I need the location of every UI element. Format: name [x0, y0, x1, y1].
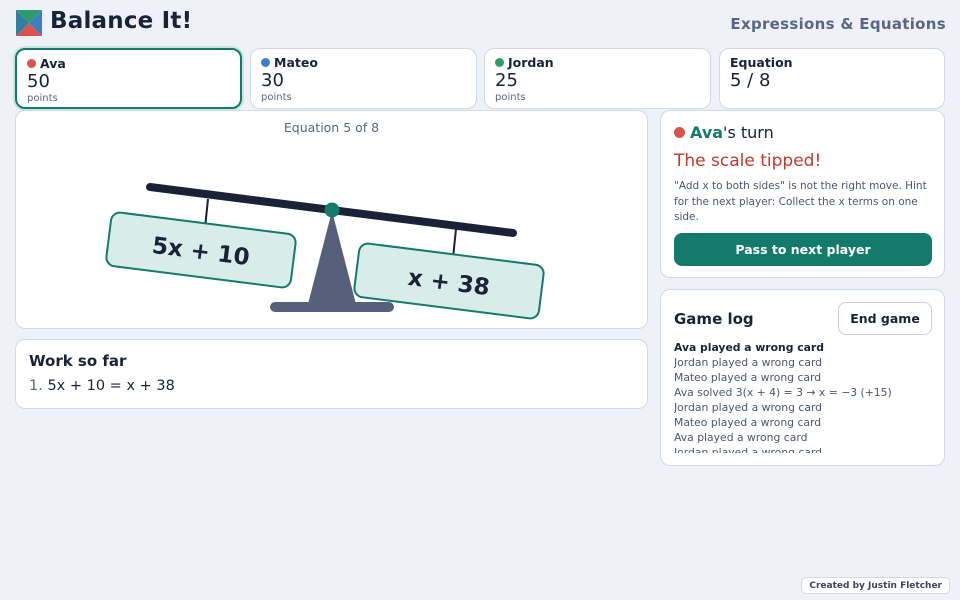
equation-status-card: Equation 5 / 8 — [719, 48, 945, 109]
game-log-list[interactable]: Ava played a wrong card Jordan played a … — [674, 340, 934, 453]
balance-scale: 5x + 10 x + 38 — [105, 183, 545, 320]
player-color-dot — [27, 59, 36, 68]
turn-panel: Ava's turn The scale tipped! "Add x to b… — [660, 110, 945, 278]
player-score: 30 — [261, 70, 284, 91]
log-entry: Mateo played a wrong card — [674, 416, 822, 429]
player-score-unit: points — [261, 92, 292, 103]
player-name: Ava — [40, 56, 66, 71]
credit-badge: Created by Justin Fletcher — [801, 577, 950, 594]
app-header: Balance It! Expressions & Equations — [16, 8, 946, 38]
equation-status-label: Equation — [730, 55, 793, 70]
player-score: 25 — [495, 70, 518, 91]
work-step-text: 5x + 10 = x + 38 — [47, 378, 175, 394]
work-panel: Work so far 1. 5x + 10 = x + 38 — [15, 339, 648, 409]
player-color-dot — [261, 58, 270, 67]
work-step-number: 1. — [29, 378, 43, 394]
log-entry: Ava played a wrong card — [674, 431, 808, 444]
player-card-mateo: Mateo 30 points — [250, 48, 477, 109]
left-expression-pan: 5x + 10 — [105, 211, 297, 289]
turn-suffix: 's turn — [723, 123, 774, 142]
player-name: Mateo — [274, 55, 318, 70]
pass-to-next-player-button[interactable]: Pass to next player — [674, 233, 932, 266]
turn-indicator: Ava's turn — [674, 123, 931, 142]
balance-stage: Equation 5 of 8 5x + 10 x + 38 — [15, 110, 648, 329]
app-subtitle: Expressions & Equations — [730, 15, 946, 33]
scale-base — [270, 302, 394, 312]
player-score-unit: points — [27, 93, 58, 104]
app-logo-icon — [16, 10, 42, 36]
turn-player-name: Ava — [690, 123, 724, 142]
log-entry: Jordan played a wrong card — [674, 446, 823, 453]
player-color-dot — [495, 58, 504, 67]
app-title: Balance It! — [50, 8, 193, 34]
game-log-title: Game log — [674, 310, 754, 328]
turn-player-dot — [674, 127, 685, 138]
player-name: Jordan — [508, 55, 554, 70]
turn-status: The scale tipped! — [674, 151, 822, 171]
scale-stand — [308, 211, 356, 304]
log-entry: Ava solved 3(x + 4) = 3 → x = −3 (+15) — [674, 386, 892, 399]
player-score-unit: points — [495, 92, 526, 103]
equation-status-value: 5 / 8 — [730, 70, 771, 91]
player-card-jordan: Jordan 25 points — [484, 48, 711, 109]
scale-pivot — [324, 202, 340, 218]
work-title: Work so far — [29, 352, 127, 370]
log-entry: Mateo played a wrong card — [674, 371, 822, 384]
player-card-ava: Ava 50 points — [15, 48, 242, 109]
log-entry: Jordan played a wrong card — [674, 356, 823, 369]
turn-feedback: "Add x to both sides" is not the right m… — [674, 180, 927, 223]
work-step: 1. 5x + 10 = x + 38 — [29, 378, 634, 394]
end-game-button[interactable]: End game — [838, 302, 932, 335]
player-score: 50 — [27, 71, 50, 92]
game-log-panel: Game log End game Ava played a wrong car… — [660, 289, 945, 466]
log-entry: Jordan played a wrong card — [674, 401, 823, 414]
log-entry: Ava played a wrong card — [674, 341, 824, 354]
